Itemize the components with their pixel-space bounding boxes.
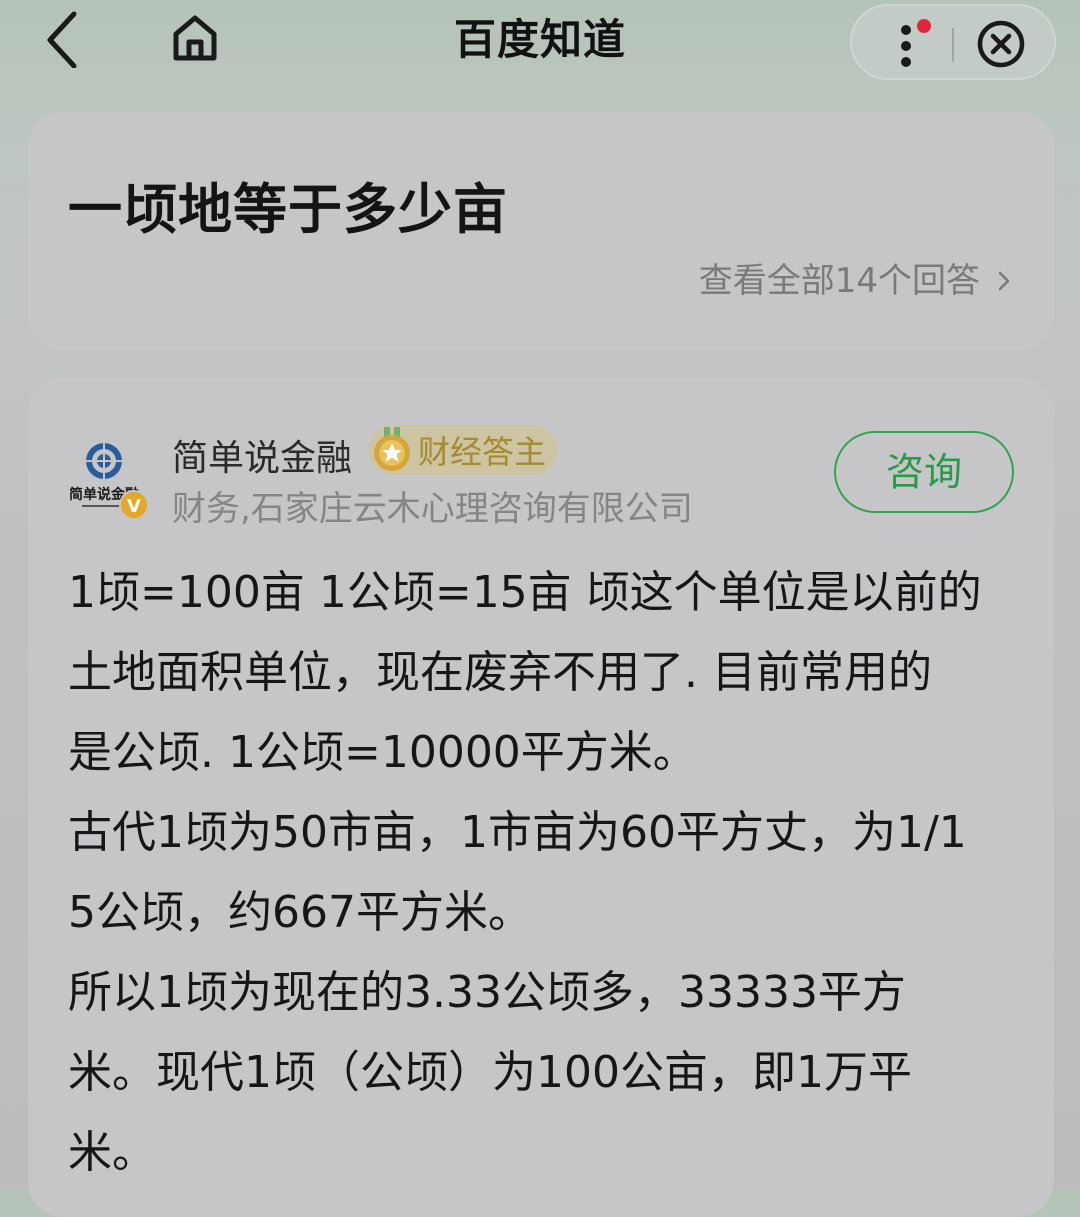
answer-line: 米。 xyxy=(68,1127,156,1178)
answer-line: 古代1顷为50市亩，1市亩为60平方丈，为1/1 xyxy=(68,807,967,858)
answer-line: 土地面积单位，现在废弃不用了. 目前常用的 xyxy=(68,647,932,698)
author-name[interactable]: 简单说金融 xyxy=(172,429,352,481)
notification-dot xyxy=(917,19,931,33)
close-circle-icon xyxy=(977,20,1025,68)
capsule-divider xyxy=(952,28,954,62)
chevron-right-icon xyxy=(998,271,1010,291)
answer-line: 5公顷，约667平方米。 xyxy=(68,887,532,938)
author-avatar[interactable]: 简单说金融 V xyxy=(69,437,156,523)
close-button[interactable] xyxy=(976,19,1026,69)
more-vertical-icon xyxy=(901,19,931,67)
badge-label: 财经答主 xyxy=(418,433,547,471)
expert-badge: 财经答主 xyxy=(368,425,559,475)
answer-line: 1顷=100亩 1公顷=15亩 顷这个单位是以前的 xyxy=(68,567,982,618)
mini-program-capsule xyxy=(850,4,1056,80)
question-title: 一顷地等于多少亩 xyxy=(68,178,508,241)
question-card: 一顷地等于多少亩 查看全部14个回答 xyxy=(28,111,1054,351)
author-organization: 财务,石家庄云木心理咨询有限公司 xyxy=(172,489,693,529)
answer-body: 1顷=100亩 1公顷=15亩 顷这个单位是以前的 土地面积单位，现在废弃不用了… xyxy=(68,553,1018,1193)
svg-text:V: V xyxy=(127,496,141,517)
author-logo: 简单说金融 V xyxy=(69,443,149,520)
consult-button[interactable]: 咨询 xyxy=(834,431,1014,513)
answer-line: 是公顷. 1公顷=10000平方米。 xyxy=(68,727,697,778)
medal-icon xyxy=(374,427,410,471)
view-all-answers-link[interactable]: 查看全部14个回答 xyxy=(699,259,1012,303)
answer-line: 所以1顷为现在的3.33公顷多，33333平方 xyxy=(68,967,906,1018)
more-button[interactable] xyxy=(890,16,940,72)
answer-card: 简单说金融 V 简单说金融 财经答主 财务,石家庄云木心理咨询有限公司 咨询 1… xyxy=(28,377,1054,1217)
top-navigation-bar: 百度知道 xyxy=(0,0,1080,88)
answer-line: 米。现代1顷（公顷）为100公亩，即1万平 xyxy=(68,1047,912,1098)
view-all-label: 查看全部14个回答 xyxy=(698,261,980,301)
